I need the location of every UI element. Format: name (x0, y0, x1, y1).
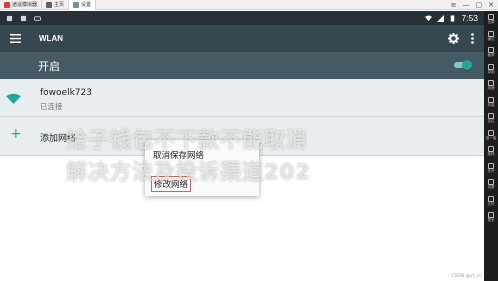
toolbar-files-button[interactable]: 文件 (488, 195, 495, 212)
navigation-menu-icon[interactable] (10, 34, 21, 43)
wlan-switch-label: 开启 (38, 59, 60, 73)
emulator-toolbar: 全屏 键位 截屏 录制 加速 安装 定位 摇一摇 旋转 多开 设置 文件 更多 (484, 11, 498, 281)
plus-icon: + (10, 126, 22, 142)
list-item[interactable]: fowoelk723 已连接 (0, 79, 484, 117)
toolbar-shake-button[interactable]: 摇一摇 (486, 129, 496, 146)
window-controls: ≡ — ▢ ✕ (451, 1, 498, 9)
toolbar-speed-button[interactable]: 加速 (488, 79, 495, 96)
android-statusbar: 7:53 (0, 11, 484, 25)
clock: 7:53 (461, 13, 478, 23)
wifi-signal-icon (6, 93, 21, 104)
toolbar-settings-button[interactable]: 设置 (488, 178, 495, 195)
close-icon[interactable]: ✕ (488, 1, 494, 9)
network-status: 已连接 (40, 102, 63, 111)
notification-game-icon (34, 15, 41, 21)
emulator-tab-label: 主页 (54, 2, 65, 8)
more-options-icon[interactable] (471, 33, 474, 44)
toolbar-location-button[interactable]: 定位 (488, 112, 495, 129)
notification-app-icon (6, 15, 13, 21)
toolbar-fullscreen-button[interactable]: 全屏 (488, 13, 495, 30)
settings-tab-icon (73, 1, 80, 8)
menu-item-modify-network[interactable]: 修改网络 (151, 176, 192, 192)
add-network-label: 添加网络 (40, 134, 77, 144)
signal-icon (437, 14, 445, 22)
notification-app-icon (20, 15, 27, 21)
toggle-thumb (462, 60, 472, 70)
minimize-icon[interactable]: — (463, 1, 470, 9)
emulator-logo-icon (4, 1, 10, 8)
menu-item-forget-network[interactable]: 取消保存网络 (153, 149, 204, 161)
menu-icon[interactable]: ≡ (451, 1, 457, 9)
emulator-tab-home[interactable]: 主页 (42, 0, 70, 10)
toolbar-install-button[interactable]: 安装 (488, 96, 495, 113)
toolbar-more-button[interactable]: 更多 (488, 211, 495, 228)
battery-icon (451, 14, 455, 22)
network-ssid: fowoelk723 (40, 88, 92, 98)
toolbar-rotate-button[interactable]: 旋转 (488, 145, 495, 162)
home-icon (46, 1, 53, 8)
csdn-credit: CSDN @xt_cn (451, 274, 482, 279)
app-bar: WLAN (0, 25, 484, 52)
toolbar-screenshot-button[interactable]: 截屏 (488, 46, 495, 63)
emulator-tab-settings[interactable]: 设置 (69, 0, 97, 10)
gear-icon[interactable] (448, 33, 459, 44)
toolbar-keymap-button[interactable]: 键位 (488, 30, 495, 47)
emulator-titlebar: 逍遥模拟器 主页 设置 ≡ — ▢ ✕ (0, 0, 498, 10)
toolbar-record-button[interactable]: 录制 (488, 63, 495, 80)
wlan-toggle[interactable] (452, 59, 472, 71)
emulator-tab-label: 设置 (81, 2, 92, 8)
maximize-icon[interactable]: ▢ (476, 1, 483, 9)
wifi-status-icon (425, 14, 433, 21)
emulator-tab-label: 逍遥模拟器 (12, 2, 38, 8)
emulator-tab-app[interactable]: 逍遥模拟器 (0, 0, 43, 10)
network-context-menu: 取消保存网络 修改网络 (145, 140, 259, 196)
wlan-master-switch-row[interactable]: 开启 (0, 52, 484, 79)
page-title: WLAN (39, 34, 63, 43)
toolbar-multi-instance-button[interactable]: 多开 (488, 162, 495, 179)
